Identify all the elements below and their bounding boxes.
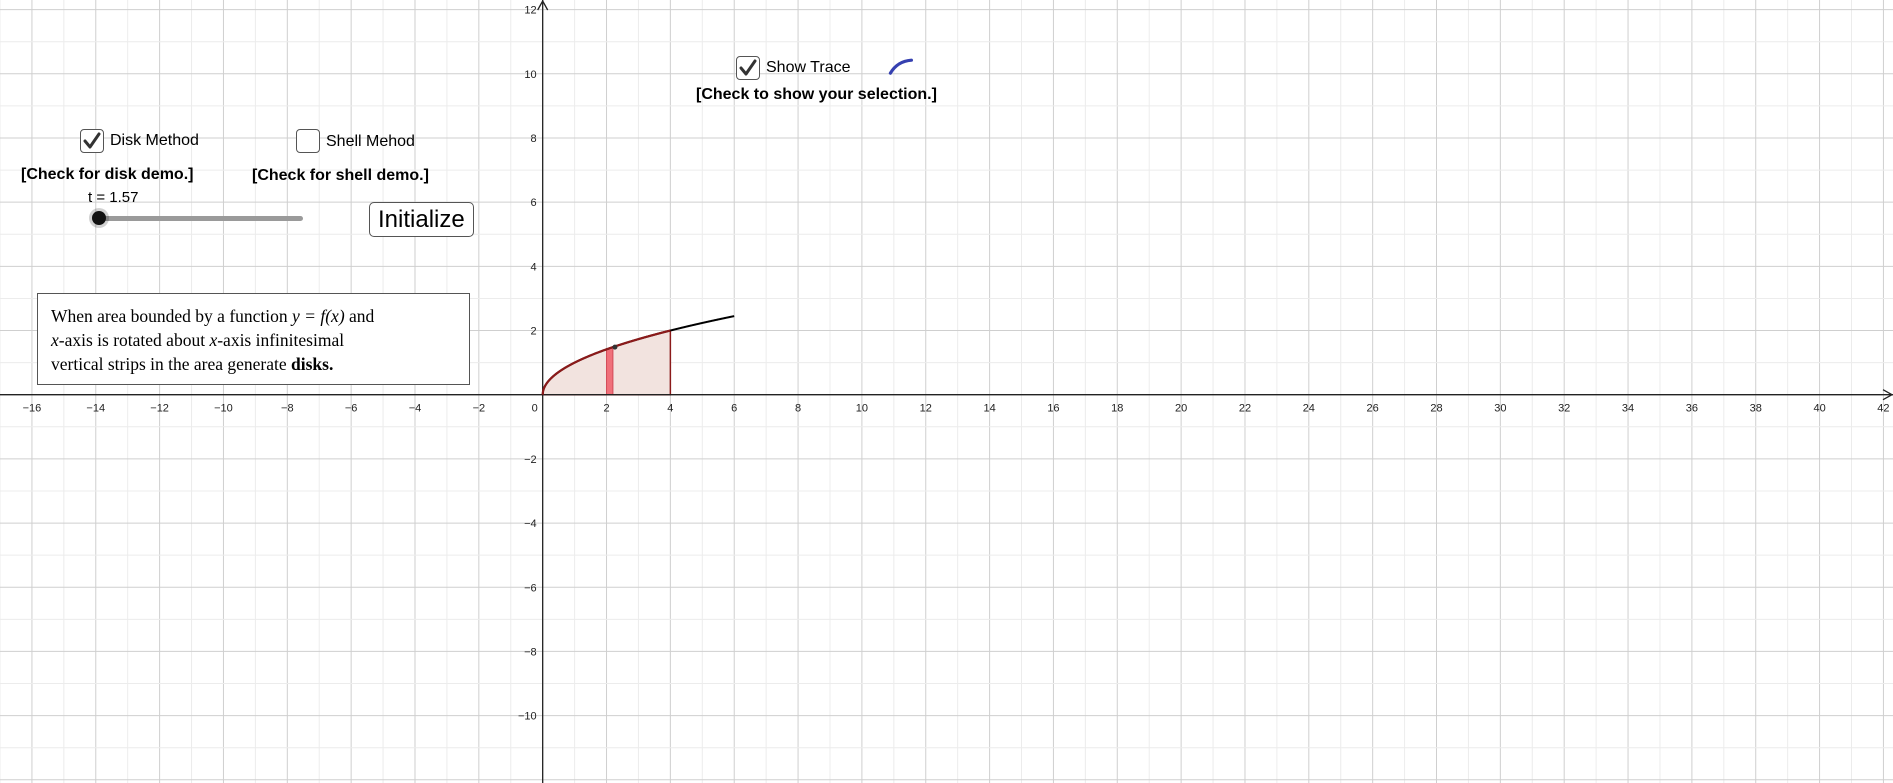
axes: [0, 0, 1893, 783]
slider-t-knob[interactable]: [92, 211, 106, 225]
x-tick-label: −2: [473, 403, 486, 415]
x-tick-label: −14: [86, 403, 105, 415]
disk-method-checkbox[interactable]: [80, 129, 104, 153]
x-tick-label: 0: [532, 403, 538, 415]
explanation-line-3: vertical strips in the area generate dis…: [51, 354, 334, 374]
explanation-textbox: When area bounded by a function y = f(x)…: [37, 293, 470, 385]
checkmark-icon: [739, 59, 757, 76]
x-tick-label: 8: [795, 403, 801, 415]
x-tick-label: 34: [1622, 403, 1634, 415]
x-tick-label: 42: [1877, 403, 1889, 415]
show-trace-caption: [Check to show your selection.]: [696, 86, 937, 103]
x-tick-label: 38: [1750, 403, 1762, 415]
checkmark-icon: [83, 132, 101, 149]
grid-lines: [0, 0, 1893, 783]
disk-demo-caption: [Check for disk demo.]: [21, 166, 194, 183]
x-tick-label: −4: [409, 403, 422, 415]
y-tick-label: −4: [524, 518, 537, 530]
show-trace-label[interactable]: Show Trace: [766, 59, 850, 77]
explanation-line-1: When area bounded by a function y = f(x)…: [51, 306, 375, 326]
shell-method-label[interactable]: Shell Mehod: [326, 133, 415, 151]
y-tick-label: 6: [531, 197, 537, 209]
x-tick-label: −16: [23, 403, 42, 415]
explanation-line-2: x-axis is rotated about x-axis infinites…: [51, 330, 345, 350]
x-tick-label: 40: [1813, 403, 1825, 415]
curve-point: [612, 344, 618, 350]
y-tick-label: −10: [518, 711, 537, 723]
y-tick-label: −6: [524, 582, 537, 594]
graphics-view[interactable]: −16 −14 −12 −10 −8 −6 −4 −2 0 2 4 6 8 10 12 14 16 18 20 22 2…: [0, 0, 1893, 783]
x-tick-label: 22: [1239, 403, 1251, 415]
disk-method-label[interactable]: Disk Method: [110, 132, 199, 150]
x-tick-label: 6: [731, 403, 737, 415]
x-tick-label: 30: [1494, 403, 1506, 415]
y-tick-label: 8: [531, 133, 537, 145]
shell-method-checkbox[interactable]: [296, 129, 320, 153]
x-tick-label: 12: [920, 403, 932, 415]
x-tick-label: 2: [603, 403, 609, 415]
slider-t-track[interactable]: [99, 216, 303, 221]
x-tick-label: 4: [667, 403, 673, 415]
y-tick-label: −2: [524, 454, 537, 466]
x-tick-label: −10: [214, 403, 233, 415]
show-trace-checkbox[interactable]: [736, 56, 760, 80]
x-tick-label: 36: [1686, 403, 1698, 415]
infinitesimal-strip: [606, 346, 614, 396]
x-tick-label: 32: [1558, 403, 1570, 415]
shell-demo-caption: [Check for shell demo.]: [252, 167, 429, 184]
x-tick-label: 10: [856, 403, 868, 415]
y-tick-label: 12: [524, 5, 536, 17]
x-tick-label: −8: [281, 403, 294, 415]
y-tick-label: 2: [531, 326, 537, 338]
x-tick-label: 24: [1303, 403, 1315, 415]
y-tick-label: 4: [531, 261, 537, 273]
slider-t-label: t = 1.57: [88, 189, 139, 206]
x-tick-label: 28: [1430, 403, 1442, 415]
x-tick-label: 18: [1111, 403, 1123, 415]
y-tick-label: 10: [524, 69, 536, 81]
x-tick-label: 14: [983, 403, 995, 415]
y-tick-label: −8: [524, 646, 537, 658]
x-tick-label: 20: [1175, 403, 1187, 415]
x-tick-label: 26: [1367, 403, 1379, 415]
x-tick-label: 16: [1047, 403, 1059, 415]
function-curve: [541, 58, 914, 395]
x-tick-label: −6: [345, 403, 358, 415]
x-tick-label: −12: [150, 403, 169, 415]
initialize-button[interactable]: Initialize: [369, 202, 474, 237]
